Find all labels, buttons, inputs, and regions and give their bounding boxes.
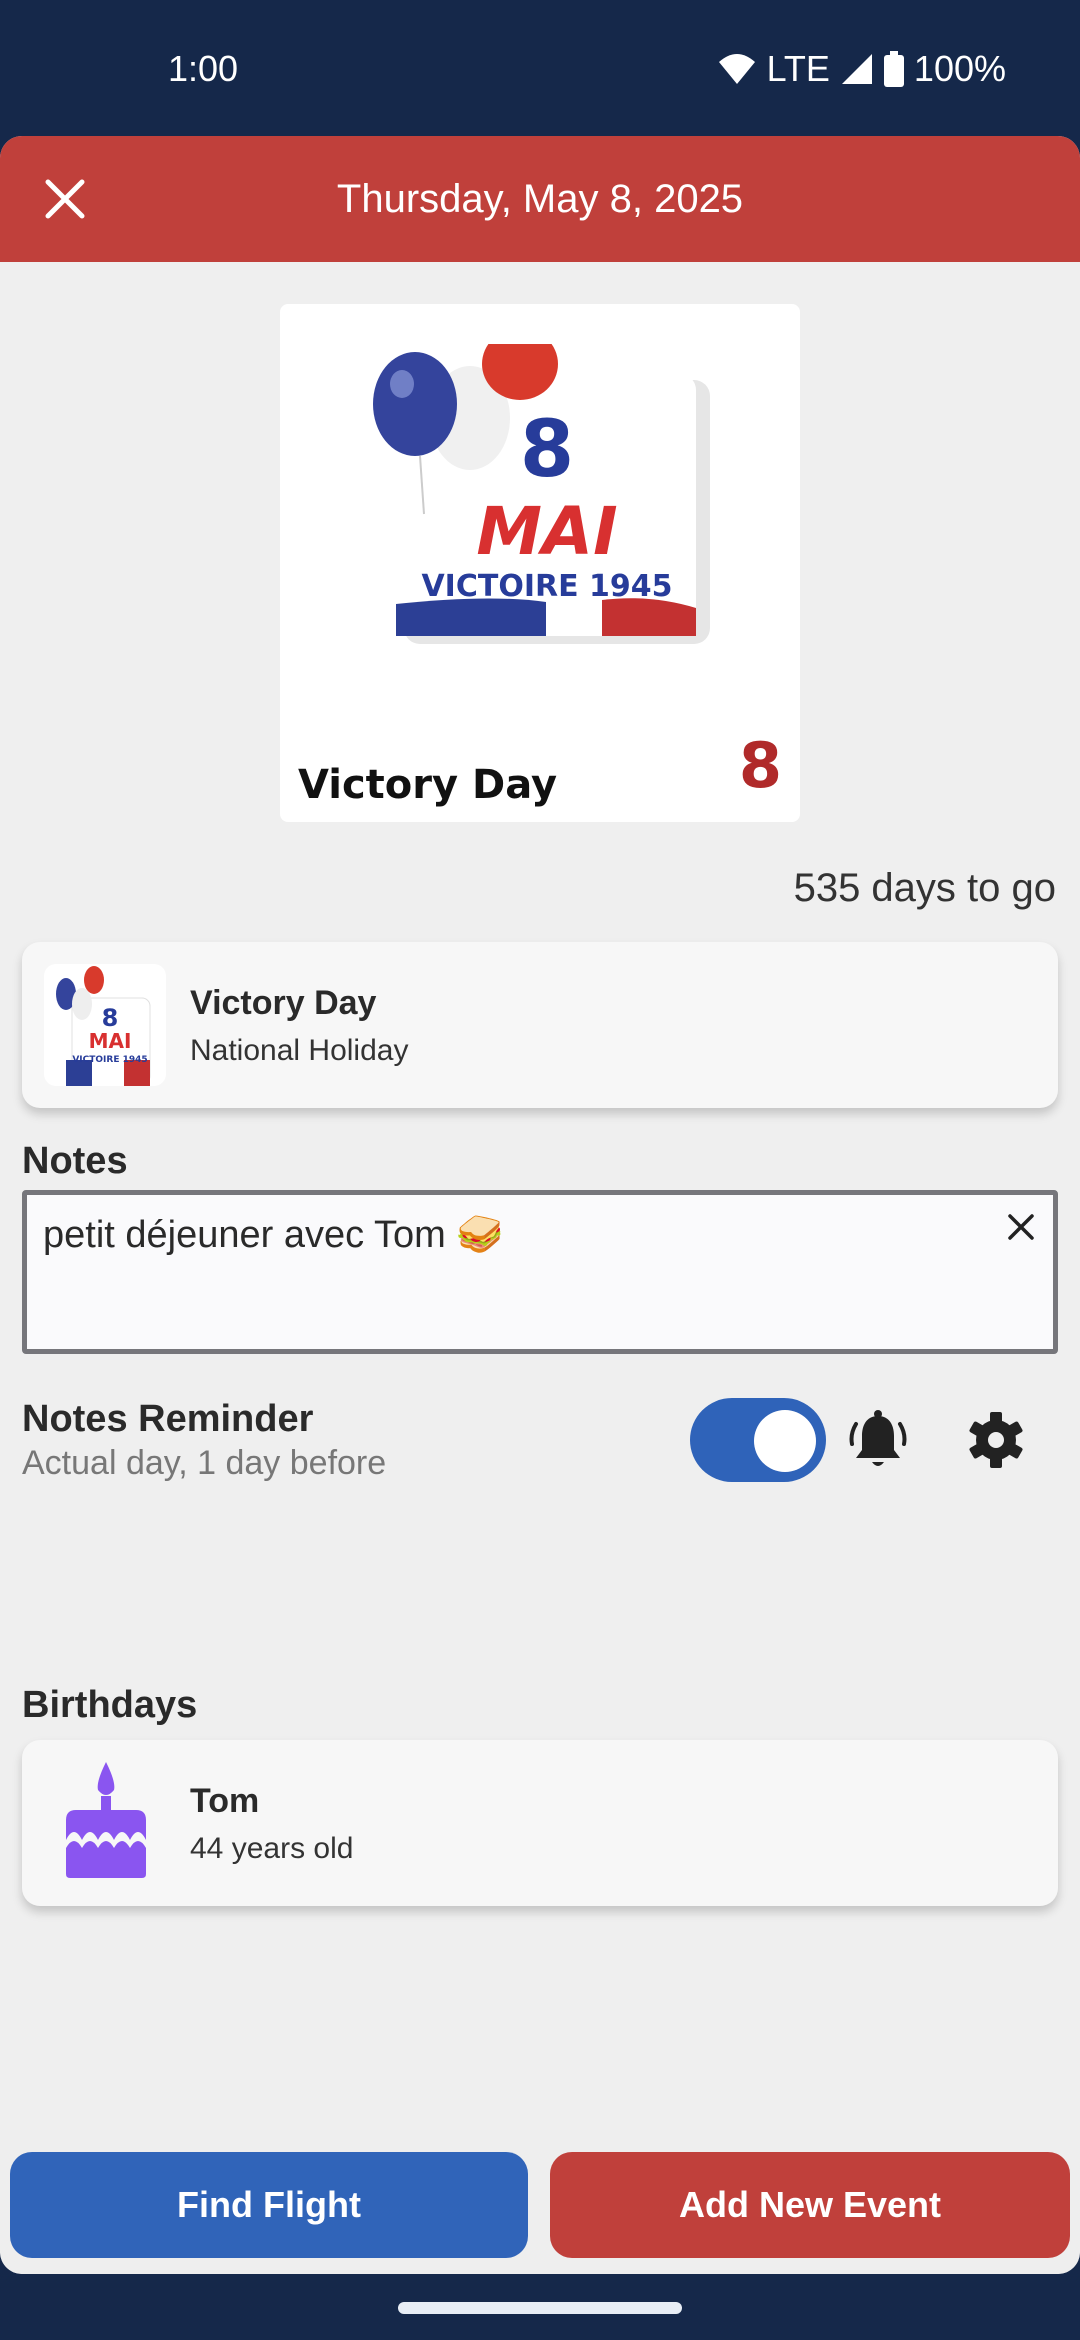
countdown-text: 535 days to go bbox=[793, 866, 1056, 910]
reminder-toggle[interactable] bbox=[690, 1398, 826, 1482]
birthdays-label: Birthdays bbox=[22, 1684, 198, 1726]
header: Thursday, May 8, 2025 bbox=[0, 136, 1080, 262]
image-day-text: 8 bbox=[520, 405, 574, 495]
status-icons: LTE 100% bbox=[717, 48, 1006, 90]
event-title: Victory Day bbox=[190, 984, 377, 1022]
clear-notes-icon[interactable] bbox=[1003, 1209, 1039, 1245]
close-icon[interactable] bbox=[40, 174, 90, 224]
network-type: LTE bbox=[766, 48, 830, 89]
hero-day-number: 8 bbox=[738, 729, 782, 802]
victory-day-thumb-icon: 8 MAI VICTOIRE 1945 bbox=[56, 966, 151, 1086]
bottom-action-bar: Find Flight Add New Event bbox=[0, 2130, 1080, 2274]
birthday-name: Tom bbox=[190, 1782, 260, 1820]
image-caption-text: VICTOIRE 1945 bbox=[421, 569, 672, 604]
birthday-age: 44 years old bbox=[190, 1832, 354, 1865]
hero-title: Victory Day bbox=[298, 762, 558, 808]
reminder-title: Notes Reminder bbox=[22, 1398, 314, 1440]
wifi-icon bbox=[718, 54, 755, 84]
battery-icon bbox=[883, 51, 904, 87]
status-time: 1:00 bbox=[168, 48, 239, 89]
add-new-event-button[interactable]: Add New Event bbox=[550, 2152, 1070, 2258]
image-month-text: MAI bbox=[476, 493, 617, 570]
event-thumbnail: 8 MAI VICTOIRE 1945 bbox=[44, 964, 166, 1086]
victory-day-image: 8 MAI VICTOIRE 1945 bbox=[373, 344, 710, 644]
event-card[interactable]: 8 MAI VICTOIRE 1945 Victory Day National… bbox=[22, 942, 1058, 1108]
find-flight-button[interactable]: Find Flight bbox=[10, 2152, 528, 2258]
status-bar: 1:00 LTE 100% bbox=[0, 0, 1080, 136]
thumb-caption-text: VICTOIRE 1945 bbox=[72, 1055, 147, 1065]
bell-ringing-icon[interactable] bbox=[848, 1408, 908, 1474]
event-subtitle: National Holiday bbox=[190, 1034, 409, 1067]
notes-label: Notes bbox=[22, 1140, 128, 1182]
notes-input[interactable]: petit déjeuner avec Tom 🥪 bbox=[22, 1190, 1058, 1354]
battery-percent: 100% bbox=[913, 48, 1006, 89]
birthday-cake-icon bbox=[66, 1762, 146, 1878]
holiday-hero-card: 8 MAI VICTOIRE 1945 Victory Day 8 bbox=[280, 304, 800, 822]
header-date-title: Thursday, May 8, 2025 bbox=[336, 176, 744, 221]
thumb-day-text: 8 bbox=[102, 1004, 119, 1032]
event-detail-sheet: Thursday, May 8, 2025 8 MAI VICTOIRE 194… bbox=[0, 136, 1080, 2274]
reminder-subtitle: Actual day, 1 day before bbox=[22, 1444, 387, 1482]
home-indicator[interactable] bbox=[398, 2302, 682, 2314]
birthday-list-item[interactable]: Tom 44 years old bbox=[22, 1740, 1058, 1906]
notes-value[interactable]: petit déjeuner avec Tom 🥪 bbox=[43, 1213, 504, 1257]
signal-icon bbox=[841, 54, 872, 84]
toggle-knob bbox=[754, 1410, 816, 1472]
thumb-month-text: MAI bbox=[89, 1029, 132, 1053]
settings-gear-icon[interactable] bbox=[966, 1410, 1026, 1470]
